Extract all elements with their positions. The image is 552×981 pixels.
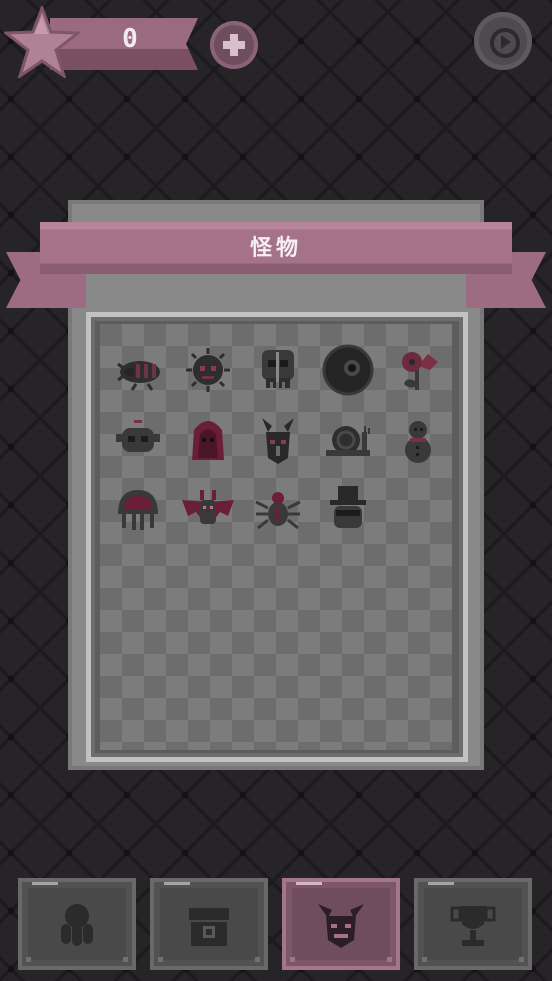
bat-icon [182,490,234,524]
trophy-icon [450,906,496,946]
hooded-ghost-icon [192,421,224,460]
skull-mask-icon [262,350,294,388]
monster-cell[interactable] [248,410,308,470]
sound-toggle-button[interactable] [474,12,532,70]
top-hat-icon [330,486,366,528]
monster-cell[interactable] [248,340,308,400]
monster-cell[interactable] [108,480,168,540]
demon-head-icon [318,904,364,948]
tab-trophies[interactable] [414,878,532,970]
monster-cell[interactable] [318,410,378,470]
spider-icon [255,492,301,530]
eyeball-icon [322,344,374,396]
snail-icon [326,426,370,456]
germ-icon [186,348,230,392]
monster-cell[interactable] [318,480,378,540]
skull-pot-icon [116,420,160,452]
star-icon [4,6,80,78]
monster-cell[interactable] [108,410,168,470]
add-currency-button[interactable] [210,21,258,69]
snowman-icon [405,421,431,463]
octopus-icon [61,904,93,946]
carnivorous-plant-icon [402,352,438,390]
horned-demon-icon [262,418,294,464]
tab-shop[interactable] [150,878,268,970]
monster-cell[interactable] [178,340,238,400]
brain-jellyfish-icon [118,490,158,530]
monster-cell[interactable] [318,340,378,400]
tab-characters[interactable] [18,878,136,970]
chest-icon [189,908,229,946]
tab-monsters[interactable] [282,878,400,970]
monster-cell[interactable] [178,480,238,540]
monster-cell[interactable] [108,340,168,400]
monster-cell[interactable] [248,480,308,540]
monster-cell[interactable] [388,340,448,400]
beetle-icon [117,361,160,391]
panel-title: 怪物 [249,236,302,261]
monster-cell[interactable] [388,410,448,470]
monster-cell[interactable] [178,410,238,470]
